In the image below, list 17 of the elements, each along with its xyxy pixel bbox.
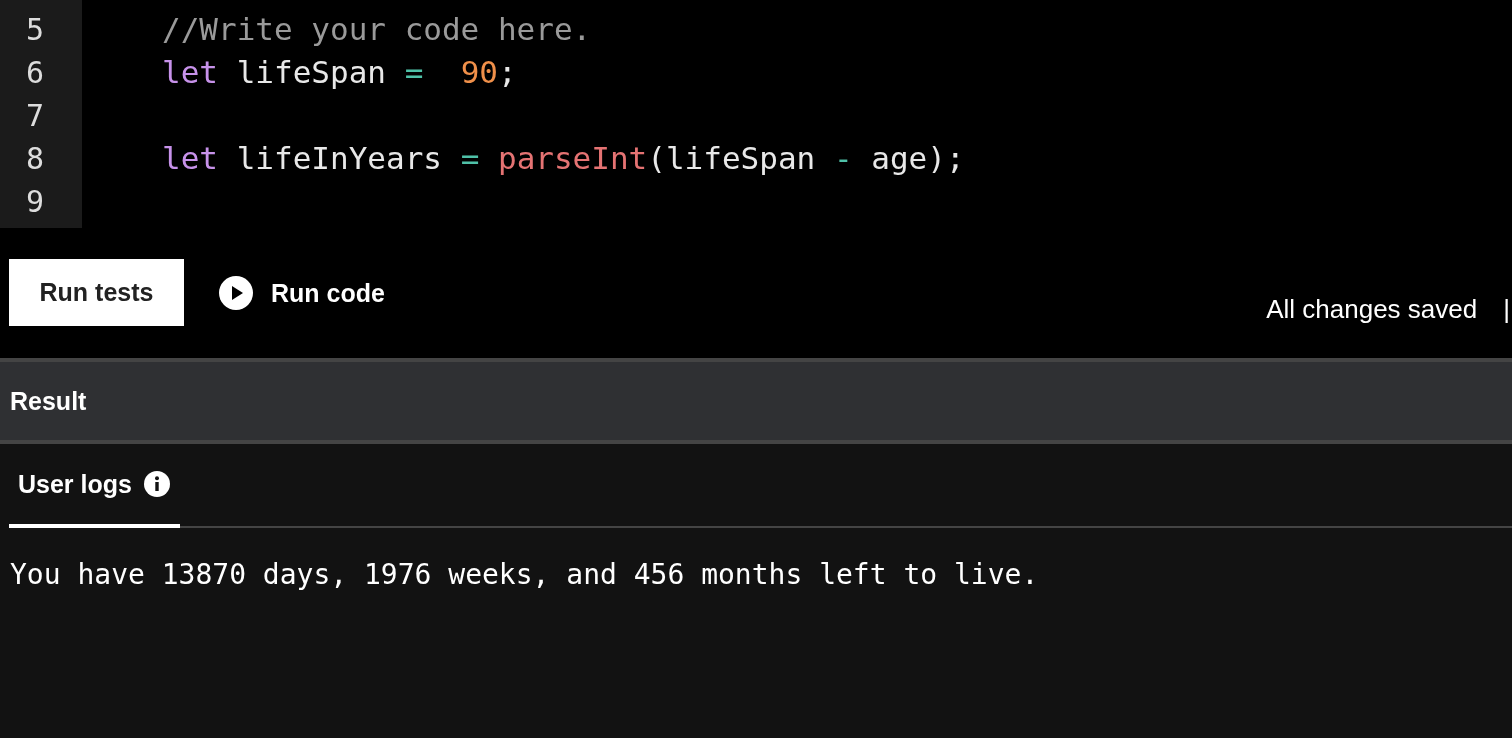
- line-number: 5: [24, 11, 46, 49]
- code-line: //Write your code here.: [162, 11, 592, 47]
- line-number: 6: [24, 54, 46, 92]
- result-title: Result: [10, 386, 87, 416]
- play-icon: [219, 276, 253, 310]
- info-icon: [143, 471, 170, 497]
- run-code-button[interactable]: Run code: [219, 276, 385, 310]
- user-logs-tab[interactable]: User logs: [9, 444, 180, 528]
- line-number: 7: [24, 97, 46, 135]
- line-number: 9: [24, 183, 46, 221]
- code-line: let lifeSpan = 90;: [162, 54, 517, 90]
- code-line: let lifeInYears = parseInt(lifeSpan - age);: [162, 140, 965, 176]
- line-number: 8: [24, 140, 46, 178]
- save-status: All changes saved: [1266, 293, 1478, 325]
- run-tests-button[interactable]: Run tests: [9, 258, 184, 326]
- log-output: You have 13870 days, 1976 weeks, and 456 months left to live.: [10, 558, 1040, 591]
- separator-text: |: [1503, 293, 1510, 325]
